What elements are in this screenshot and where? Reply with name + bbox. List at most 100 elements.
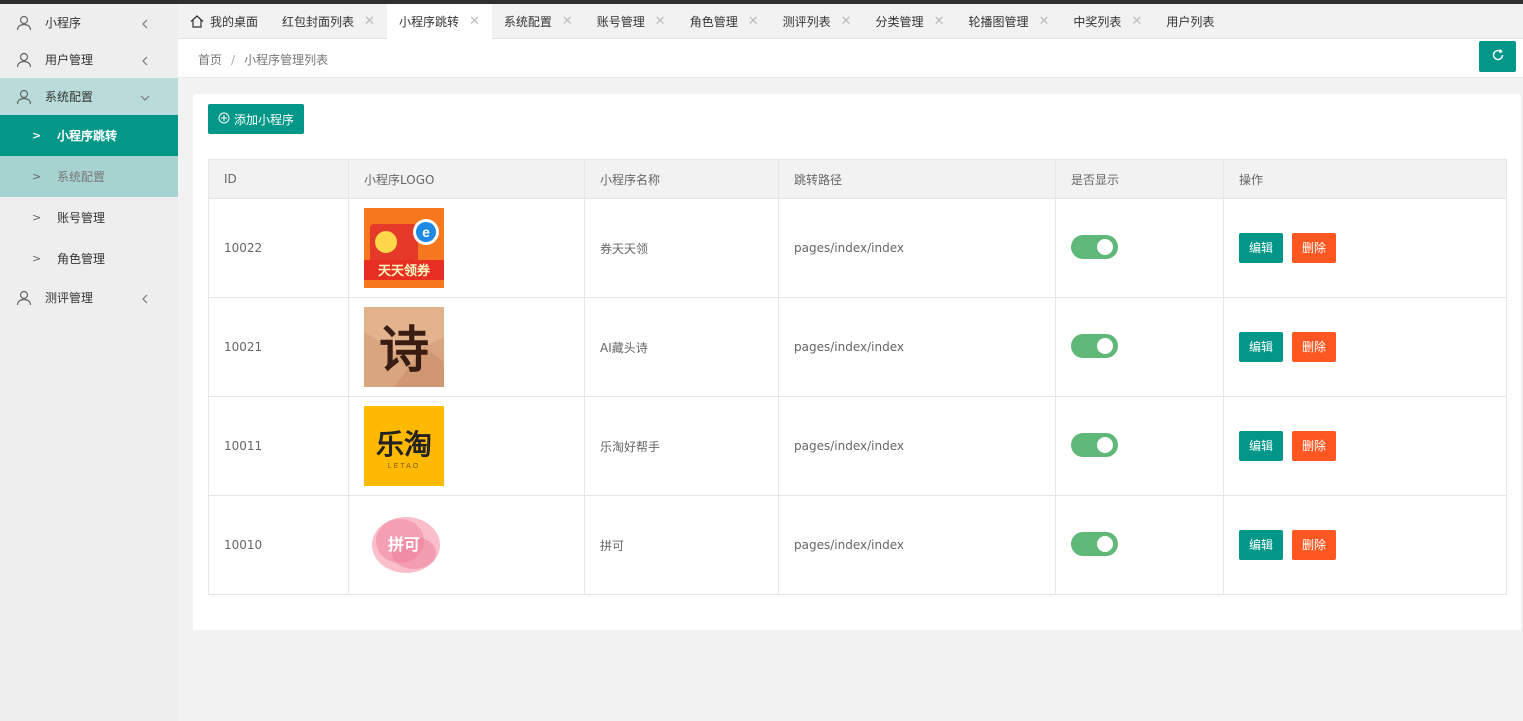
show-toggle[interactable] [1071,531,1118,556]
user-icon [16,89,32,105]
tab-banner-management[interactable]: 轮播图管理 ✕ [956,4,1061,39]
chevron-left-icon [140,293,150,303]
tab-label: 用户列表 [1166,15,1215,29]
edit-button[interactable]: 编辑 [1239,530,1284,560]
close-icon[interactable]: ✕ [469,14,480,29]
close-icon[interactable]: ✕ [1131,14,1142,29]
close-icon[interactable]: ✕ [934,14,945,29]
cell-path: pages/index/index [778,495,1056,595]
breadcrumb-separator: / [231,53,236,67]
cell-actions: 编辑 删除 [1223,198,1507,298]
toggle-knob [1097,436,1113,453]
tab-label: 系统配置 [503,15,552,29]
edit-button[interactable]: 编辑 [1239,233,1284,263]
sidebar-item-label: 测评管理 [45,291,94,305]
sidebar-item-label: 系统配置 [45,90,94,104]
add-circle-icon [218,112,230,127]
logo-text: 天天领券 [378,263,431,279]
cell-path: pages/index/index [778,396,1056,496]
cell-actions: 编辑 删除 [1223,396,1507,496]
delete-button[interactable]: 删除 [1292,530,1337,560]
chevron-right-icon: > [32,170,42,183]
sidebar-item-evaluation[interactable]: 测评管理 [0,279,178,316]
tab-label: 轮播图管理 [968,15,1029,29]
sidebar-item-miniprogram[interactable]: 小程序 [0,4,178,41]
tab-bar: 我的桌面 红包封面列表 ✕ 小程序跳转 ✕ 系统配置 ✕ 账号管理 ✕ 角色管理… [178,4,1523,39]
sidebar-item-user-management[interactable]: 用户管理 [0,41,178,78]
logo-subtext: LETAO [388,463,420,470]
toggle-knob [1097,535,1113,552]
content-card: 添加小程序 ID 小程序LOGO 小程序名称 跳转路径 是否显示 操作 1002… [193,94,1521,630]
cell-name: AI藏头诗 [584,297,779,397]
breadcrumb: 首页 / 小程序管理列表 [198,51,328,68]
breadcrumb-home[interactable]: 首页 [198,53,222,67]
sidebar-item-label: 用户管理 [45,53,94,67]
pinke-logo: 拼可 [364,505,444,585]
close-icon[interactable]: ✕ [748,14,759,29]
cell-show [1055,297,1224,397]
tab-redpacket-cover[interactable]: 红包封面列表 ✕ [270,4,387,39]
table-header-row: ID 小程序LOGO 小程序名称 跳转路径 是否显示 操作 [208,159,1507,199]
tab-desktop[interactable]: 我的桌面 [178,4,270,39]
tab-system-config[interactable]: 系统配置 ✕ [492,4,585,39]
tab-category-management[interactable]: 分类管理 ✕ [864,4,957,39]
show-toggle[interactable] [1071,432,1118,457]
edit-button[interactable]: 编辑 [1239,332,1284,362]
tab-account-management[interactable]: 账号管理 ✕ [585,4,678,39]
cell-id: 10011 [208,396,349,496]
letao-logo: 乐淘 LETAO [364,406,444,486]
column-header-actions: 操作 [1223,159,1507,199]
toggle-knob [1097,337,1113,354]
add-button-label: 添加小程序 [234,112,295,127]
cell-name: 拼可 [584,495,779,595]
logo-text: 乐淘 [376,428,432,461]
close-icon[interactable]: ✕ [364,14,375,29]
cell-logo: 乐淘 LETAO [348,396,585,496]
sidebar-subitem-label: 系统配置 [57,170,106,184]
cell-name: 券天天领 [584,198,779,298]
delete-button[interactable]: 删除 [1292,332,1337,362]
refresh-button[interactable] [1479,41,1516,72]
cell-path: pages/index/index [778,297,1056,397]
tab-role-management[interactable]: 角色管理 ✕ [678,4,771,39]
tab-miniprogram-jump[interactable]: 小程序跳转 ✕ [386,4,492,39]
column-header-id: ID [208,159,349,199]
tab-prize-list[interactable]: 中奖列表 ✕ [1061,4,1154,39]
sidebar-subitem-account-management[interactable]: > 账号管理 [0,197,178,238]
chevron-right-icon: > [32,129,42,142]
column-header-path: 跳转路径 [778,159,1056,199]
close-icon[interactable]: ✕ [841,14,852,29]
delete-button[interactable]: 删除 [1292,233,1337,263]
delete-button[interactable]: 删除 [1292,431,1337,461]
sidebar-item-system-config[interactable]: 系统配置 [0,78,178,115]
close-icon[interactable]: ✕ [1038,14,1049,29]
close-icon[interactable]: ✕ [655,14,666,29]
tab-label: 小程序跳转 [398,15,459,29]
table-row: 10022 e 天天领券 券天天领 pages/index/index 编辑 删… [208,198,1507,298]
tab-label: 红包封面列表 [282,15,355,29]
sidebar-subitem-miniprogram-jump[interactable]: > 小程序跳转 [0,115,178,156]
tab-label: 分类管理 [875,15,924,29]
miniprogram-table: ID 小程序LOGO 小程序名称 跳转路径 是否显示 操作 10022 e 天天… [208,159,1507,595]
cell-show [1055,495,1224,595]
add-miniprogram-button[interactable]: 添加小程序 [208,104,305,134]
table-row: 10011 乐淘 LETAO 乐淘好帮手 pages/index/index 编… [208,396,1507,496]
tab-evaluation-list[interactable]: 测评列表 ✕ [771,4,864,39]
tab-user-list[interactable]: 用户列表 [1154,4,1226,39]
cell-id: 10010 [208,495,349,595]
sidebar-subitem-role-management[interactable]: > 角色管理 [0,238,178,279]
sidebar-subitem-system-config[interactable]: > 系统配置 [0,156,178,197]
tab-label: 中奖列表 [1073,15,1122,29]
tab-label: 账号管理 [596,15,645,29]
cell-id: 10022 [208,198,349,298]
edit-button[interactable]: 编辑 [1239,431,1284,461]
chevron-down-icon [140,92,150,102]
cell-logo: 拼可 [348,495,585,595]
home-icon [190,15,204,28]
close-icon[interactable]: ✕ [562,14,573,29]
table-row: 10021 诗 AI藏头诗 pages/index/index 编辑 删除 [208,297,1507,397]
cell-path: pages/index/index [778,198,1056,298]
show-toggle[interactable] [1071,234,1118,259]
quan-tiantian-logo: e 天天领券 [364,208,444,288]
show-toggle[interactable] [1071,333,1118,358]
